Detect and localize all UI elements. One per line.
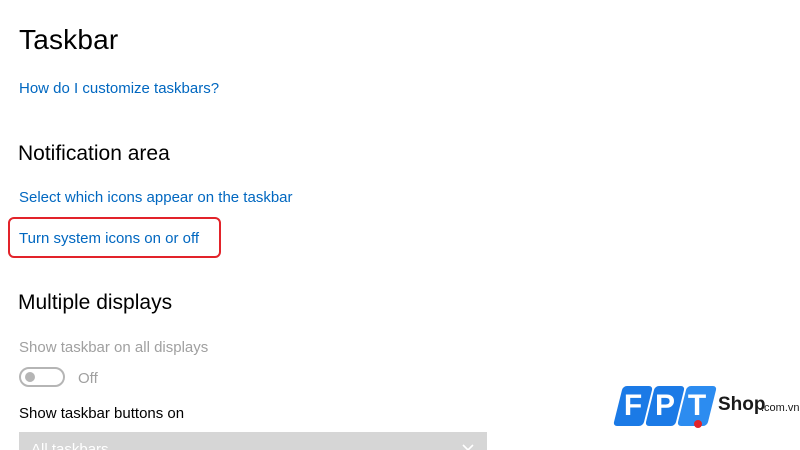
show-on-all-displays-label: Show taskbar on all displays [19, 339, 209, 356]
watermark-shop-text: Shop [718, 394, 766, 415]
fpt-shop-watermark: F P T Shop .com.vn [613, 384, 800, 434]
notification-area-heading: Notification area [18, 142, 170, 165]
show-on-all-displays-toggle[interactable] [19, 367, 65, 387]
chevron-down-icon [462, 444, 474, 450]
toggle-knob [25, 372, 35, 382]
toggle-state-label: Off [78, 370, 98, 387]
watermark-domain-text: .com.vn [761, 402, 800, 414]
taskbar-buttons-on-label: Show taskbar buttons on [19, 405, 185, 422]
page-title: Taskbar [19, 24, 119, 55]
turn-system-icons-link[interactable]: Turn system icons on or off [19, 230, 199, 247]
customize-taskbars-help-link[interactable]: How do I customize taskbars? [19, 80, 219, 97]
watermark-dot-icon [694, 420, 702, 428]
taskbar-buttons-dropdown[interactable]: All taskbars [19, 432, 487, 450]
multiple-displays-heading: Multiple displays [18, 291, 173, 314]
select-taskbar-icons-link[interactable]: Select which icons appear on the taskbar [19, 189, 293, 206]
dropdown-selected-value: All taskbars [31, 441, 109, 450]
